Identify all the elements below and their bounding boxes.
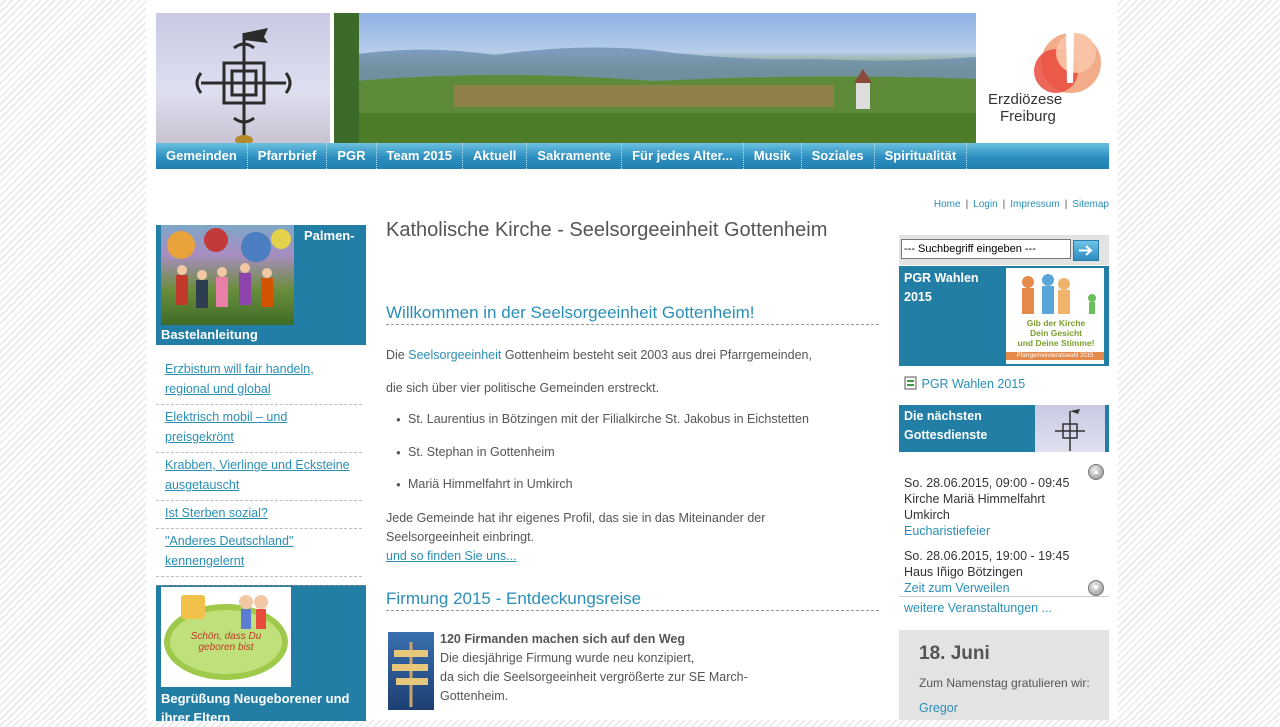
main-navigation: Gemeinden Pfarrbrief PGR Team 2015 Aktue… [156,143,1109,169]
pgr-caption-line-2: 2015 [904,290,932,304]
home-link[interactable]: Home [934,199,961,210]
event-location: Kirche Mariä Himmelfahrt [904,492,1046,506]
nav-pfarrbrief[interactable]: Pfarrbrief [248,143,328,169]
profile-line-2: Seelsorgeeinheit einbringt. [386,530,535,544]
intro-paragraph-1: Die Seelsorgeeinheit Gottenheim besteht … [386,346,812,365]
impressum-link[interactable]: Impressum [1010,199,1059,210]
page: Erzdiözese Freiburg Gemeinden Pfarrbrief… [146,0,1118,725]
sitemap-link[interactable]: Sitemap [1072,199,1109,210]
nav-team-2015[interactable]: Team 2015 [377,143,464,169]
intro-paragraph-2: die sich über vier politische Gemeinden … [386,381,660,395]
nav-fuer-jedes-alter[interactable]: Für jedes Alter... [622,143,744,169]
profile-line-1: Jede Gemeinde hat ihr eigenes Profil, da… [386,511,766,525]
firmung-line-1: Die diesjährige Firmung wurde neu konzip… [440,651,695,665]
pgr-poster-line-3: und Deine Stimme! [1017,338,1095,348]
document-icon [904,376,917,390]
newborn-badge-image: Schön, dass Du geboren bist [161,587,291,687]
nameday-text: Zum Namenstag gratulieren wir: [919,676,1090,690]
news-link[interactable]: Krabben, Vierlinge und Ecksteine ausgeta… [156,453,362,501]
news-link-list: Erzbistum will fair handeln, regional un… [156,357,362,577]
firmung-line-2: da sich die Seelsorgeeinheit vergrößerte… [440,670,748,684]
separator: | [1002,199,1006,210]
firmung-line-3: Gottenheim. [440,689,509,703]
parish-list-item: St. Laurentius in Bötzingen mit der Fili… [396,412,809,426]
search-input[interactable] [901,239,1071,259]
pgr-caption: PGR Wahlen 2015 [904,269,979,307]
gottesdienste-caption-line-2: Gottesdienste [904,428,988,442]
event-time: So. 28.06.2015, 19:00 - 19:45 [904,549,1070,563]
event-time: So. 28.06.2015, 09:00 - 09:45 [904,476,1070,490]
profile-paragraph: Jede Gemeinde hat ihr eigenes Profil, da… [386,509,765,566]
pgr-poster-footer: Pfarrgemeinderatswahl 2015 [1006,352,1104,360]
newborn-caption: Begrüßung Neugeborener und ihrer Eltern [161,691,350,725]
signpost-image [388,632,434,710]
news-link[interactable]: Erzbistum will fair handeln, regional un… [156,357,362,405]
pgr-wahlen-teaser[interactable]: PGR Wahlen 2015 Gib der Kirche Dein Gesi… [899,266,1109,366]
welcome-heading: Willkommen in der Seelsorgeeinheit Gotte… [386,303,879,325]
nav-pgr[interactable]: PGR [327,143,377,169]
nav-aktuell[interactable]: Aktuell [463,143,528,169]
utility-links: Home | Login | Impressum | Sitemap [934,199,1109,210]
search-submit-button[interactable] [1073,240,1099,261]
gottesdienste-caption-line-1: Die nächsten [904,409,982,423]
pgr-poster-image: Gib der Kirche Dein Gesicht und Deine St… [1006,268,1104,364]
event-item: So. 28.06.2015, 09:00 - 09:45 Kirche Mar… [904,475,1094,539]
nav-spiritualitaet[interactable]: Spiritualität [875,143,968,169]
pgr-caption-line-1: PGR Wahlen [904,271,979,285]
nav-sakramente[interactable]: Sakramente [527,143,623,169]
teaser-caption-top: Palmen- [304,228,355,243]
page-title: Katholische Kirche - Seelsorgeeinheit Go… [386,219,828,241]
intro-prefix: Die [386,348,409,362]
pgr-wahlen-link[interactable]: PGR Wahlen 2015 [921,377,1025,391]
pgr-document-link[interactable]: PGR Wahlen 2015 [904,376,1025,391]
pgr-poster-line-2: Dein Gesicht [1030,328,1082,338]
directions-link[interactable]: und so finden Sie uns... [386,549,517,563]
landscape-panorama-image [334,13,976,143]
arrow-down-icon [1093,586,1099,590]
seelsorgeeinheit-link[interactable]: Seelsorgeeinheit [408,348,501,362]
scroll-down-button[interactable] [1088,580,1104,596]
search-box [899,235,1109,265]
logo-text: Erzdiözese Freiburg [988,91,1062,125]
nameday-date: 18. Juni [919,643,990,664]
event-location-town: Umkirch [904,508,950,522]
nameday-box: 18. Juni Zum Namenstag gratulieren wir: … [899,630,1109,720]
event-type-link[interactable]: Zeit zum Verweilen [904,581,1010,595]
erzdioezese-freiburg-logo[interactable]: Erzdiözese Freiburg [976,13,1108,143]
firmung-heading: Firmung 2015 - Entdeckungsreise [386,589,879,611]
news-link[interactable]: Ist Sterben sozial? [156,501,362,529]
event-location: Haus Iñigo Bötzingen [904,565,1023,579]
pgr-poster-line-1: Gib der Kirche [1026,318,1086,328]
palm-craft-teaser[interactable]: Palmen- Bastelanleitung [156,225,366,345]
teaser-caption-bottom: Bastelanleitung [161,327,258,342]
firmung-teaser: 120 Firmanden machen sich auf den Weg Di… [440,630,748,706]
nameday-name-link[interactable]: Gregor [919,701,958,715]
newborn-welcome-teaser[interactable]: Schön, dass Du geboren bist Begrüßung Ne… [156,585,366,725]
children-palm-photo [161,225,294,325]
weathervane-cross-image [156,13,330,143]
logo-line-1: Erzdiözese [988,91,1063,108]
parish-list-item: Mariä Himmelfahrt in Umkirch [396,477,573,491]
nav-gemeinden[interactable]: Gemeinden [156,143,248,169]
pgr-poster-text: Gib der Kirche Dein Gesicht und Deine St… [1010,318,1102,348]
firmung-subheading: 120 Firmanden machen sich auf den Weg [440,632,685,646]
nav-musik[interactable]: Musik [744,143,802,169]
gottesdienste-caption: Die nächsten Gottesdienste [904,407,987,445]
event-type-link[interactable]: Eucharistiefeier [904,524,990,538]
cross-thumbnail [1035,405,1105,452]
separator: | [965,199,969,210]
news-link[interactable]: Elektrisch mobil – und preisgekrönt [156,405,362,453]
logo-line-2: Freiburg [1000,108,1056,125]
news-link[interactable]: "Anderes Deutschland" kennengelernt [156,529,362,577]
gottesdienste-header: Die nächsten Gottesdienste [899,405,1109,452]
arrow-right-icon [1079,245,1093,256]
event-item: So. 28.06.2015, 19:00 - 19:45 Haus Iñigo… [904,548,1094,596]
intro-suffix: Gottenheim besteht seit 2003 aus drei Pf… [501,348,812,362]
more-events-link[interactable]: weitere Veranstaltungen ... [904,601,1052,615]
login-link[interactable]: Login [973,199,997,210]
newborn-badge-text: Schön, dass Du geboren bist [190,631,262,653]
parish-list-item: St. Stephan in Gottenheim [396,445,555,459]
separator: | [1064,199,1068,210]
nav-soziales[interactable]: Soziales [802,143,875,169]
